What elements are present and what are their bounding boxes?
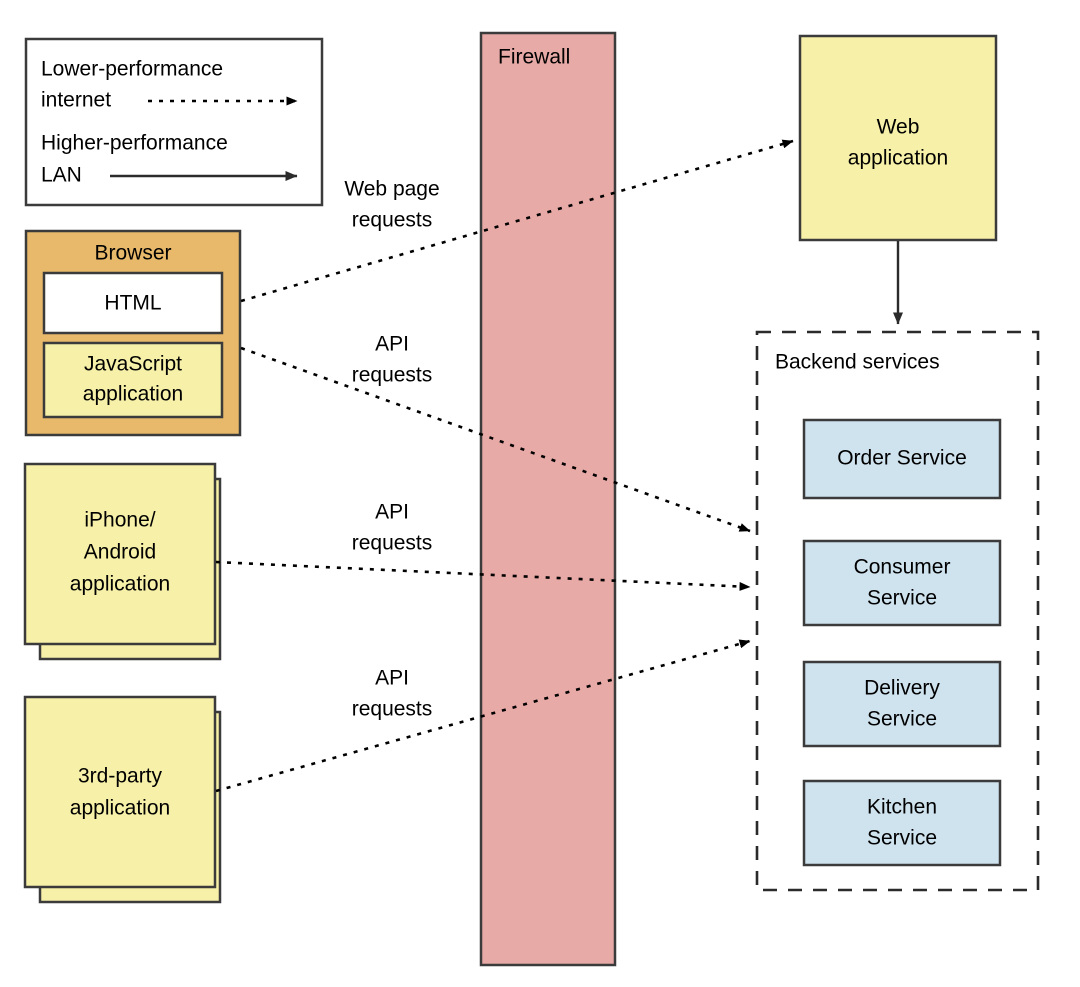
delivery-service-label-line2: Service: [867, 708, 937, 731]
kitchen-service-label-line1: Kitchen: [867, 796, 937, 819]
kitchen-service-box: [802, 779, 1002, 867]
browser-title: Browser: [94, 242, 171, 265]
web-application-label-line1: Web: [877, 116, 920, 139]
consumer-service-label-line2: Service: [867, 587, 937, 610]
backend-services-label: Backend services: [775, 351, 940, 374]
architecture-diagram: Lower-performance internet Higher-perfor…: [0, 0, 1080, 987]
web-application-label-line2: application: [848, 147, 948, 170]
edge-label-api-requests-1-line2: requests: [352, 364, 433, 387]
mobile-label-line2: Android: [84, 541, 156, 564]
html-label: HTML: [104, 292, 161, 315]
delivery-service-label-line1: Delivery: [864, 677, 940, 700]
third-party-stack-card-front: [23, 695, 217, 889]
browser-node[interactable]: Browser HTML JavaScript application: [24, 229, 242, 437]
kitchen-service-node[interactable]: Kitchen Service: [802, 779, 1002, 867]
backend-services-container: Backend services Order Service Consumer …: [755, 330, 1040, 892]
edge-label-api-requests-2-line1: API: [375, 501, 409, 524]
connection-legend: Lower-performance internet Higher-perfor…: [24, 37, 324, 207]
order-service-node[interactable]: Order Service: [802, 418, 1002, 500]
delivery-service-box: [802, 660, 1002, 748]
edge-label-api-requests-1-line1: API: [375, 333, 409, 356]
delivery-service-node[interactable]: Delivery Service: [802, 660, 1002, 748]
legend-row-2-label-line2: LAN: [41, 164, 82, 187]
third-party-label-line2: application: [70, 797, 170, 820]
consumer-service-node[interactable]: Consumer Service: [802, 539, 1002, 627]
edge-label-web-page-requests-line1: Web page: [344, 178, 439, 201]
legend-row-1-label-line1: Lower-performance: [41, 58, 223, 81]
firewall-box: [479, 31, 617, 967]
legend-row-2-label-line1: Higher-performance: [41, 132, 228, 155]
mobile-application-node[interactable]: iPhone/ Android application: [23, 462, 222, 661]
web-application-node[interactable]: Web application: [798, 34, 998, 242]
edge-label-api-requests-3-line2: requests: [352, 698, 433, 721]
third-party-label-line1: 3rd-party: [78, 765, 163, 788]
javascript-application-label-line1: JavaScript: [84, 353, 182, 376]
edge-label-api-requests-2-line2: requests: [352, 532, 433, 555]
edge-label-group: Web page requests API requests API reque…: [344, 178, 439, 721]
mobile-label-line3: application: [70, 573, 170, 596]
order-service-label-line1: Order Service: [837, 447, 967, 470]
edge-label-api-requests-3-line1: API: [375, 667, 409, 690]
third-party-application-node[interactable]: 3rd-party application: [23, 695, 222, 904]
legend-row-1-label-line2: internet: [41, 89, 111, 112]
consumer-service-box: [802, 539, 1002, 627]
edge-label-web-page-requests-line2: requests: [352, 209, 433, 232]
firewall-label: Firewall: [498, 46, 570, 69]
kitchen-service-label-line2: Service: [867, 827, 937, 850]
javascript-application-label-line2: application: [83, 383, 183, 406]
consumer-service-label-line1: Consumer: [854, 556, 951, 579]
mobile-label-line1: iPhone/: [84, 509, 155, 532]
firewall-node[interactable]: Firewall: [479, 31, 617, 967]
